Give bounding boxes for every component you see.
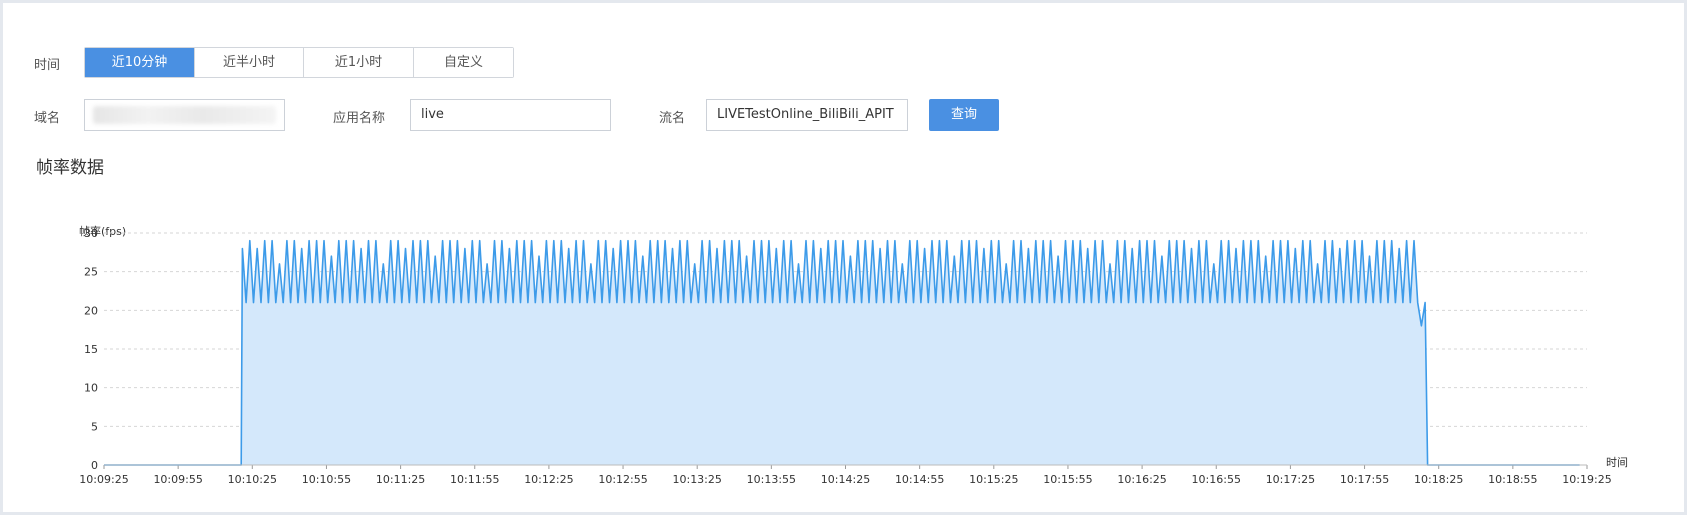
x-tick-label: 10:13:55 xyxy=(747,473,796,486)
app-name-input[interactable] xyxy=(421,100,600,129)
y-tick-label: 5 xyxy=(91,420,98,433)
x-tick-label: 10:14:55 xyxy=(895,473,944,486)
panel: 时间 近10分钟 近半小时 近1小时 自定义 域名 应用名称 流名 查询 帧率数… xyxy=(3,3,1684,512)
x-tick-label: 10:17:25 xyxy=(1266,473,1315,486)
time-range-selector: 近10分钟 近半小时 近1小时 自定义 xyxy=(84,47,514,78)
x-tick-label: 10:09:55 xyxy=(153,473,202,486)
x-tick-label: 10:19:25 xyxy=(1562,473,1611,486)
time-option-half-hour[interactable]: 近半小时 xyxy=(195,48,304,77)
time-label: 时间 xyxy=(34,58,61,73)
x-tick-label: 10:12:25 xyxy=(524,473,573,486)
x-tick-label: 10:10:55 xyxy=(302,473,351,486)
x-tick-label: 10:11:25 xyxy=(376,473,425,486)
y-tick-label: 25 xyxy=(84,266,98,279)
x-tick-label: 10:16:25 xyxy=(1117,473,1166,486)
x-tick-label: 10:18:25 xyxy=(1414,473,1463,486)
x-axis-label: 时间 xyxy=(1606,456,1628,469)
x-tick-label: 10:15:55 xyxy=(1043,473,1092,486)
y-tick-label: 20 xyxy=(84,304,98,317)
y-tick-label: 10 xyxy=(84,382,98,395)
x-tick-label: 10:12:55 xyxy=(598,473,647,486)
y-tick-label: 15 xyxy=(84,343,98,356)
x-axis-ticks: 10:09:25 10:09:55 10:10:25 10:10:55 10:11:25… xyxy=(79,465,1612,486)
stream-name-label: 流名 xyxy=(659,111,686,126)
fps-chart: 帧率(fps) 时间 051015202530 10:09:25 10:09:55… xyxy=(79,224,1628,486)
app-name-field[interactable] xyxy=(410,99,611,131)
time-option-custom[interactable]: 自定义 xyxy=(414,48,513,77)
x-tick-label: 10:14:25 xyxy=(821,473,870,486)
x-tick-label: 10:09:25 xyxy=(79,473,128,486)
stream-name-field[interactable] xyxy=(706,99,908,131)
x-tick-label: 10:17:55 xyxy=(1340,473,1389,486)
x-tick-label: 10:16:55 xyxy=(1192,473,1241,486)
x-tick-label: 10:15:25 xyxy=(969,473,1018,486)
domain-label: 域名 xyxy=(34,111,61,126)
app-name-label: 应用名称 xyxy=(333,111,386,126)
stream-name-input[interactable] xyxy=(717,100,897,129)
time-option-10min[interactable]: 近10分钟 xyxy=(85,48,195,77)
query-button[interactable]: 查询 xyxy=(929,99,999,131)
section-title: 帧率数据 xyxy=(36,158,104,178)
time-option-1hour[interactable]: 近1小时 xyxy=(304,48,414,77)
x-tick-label: 10:13:25 xyxy=(672,473,721,486)
y-axis-ticks: 0 5 10 15 20 25 30 xyxy=(84,227,98,472)
y-tick-label: 0 xyxy=(91,459,98,472)
domain-value-redacted xyxy=(93,106,276,124)
x-tick-label: 10:11:55 xyxy=(450,473,499,486)
x-tick-label: 10:10:25 xyxy=(228,473,277,486)
domain-field[interactable] xyxy=(84,99,285,131)
y-tick-label: 30 xyxy=(84,227,98,240)
x-tick-label: 10:18:55 xyxy=(1488,473,1537,486)
